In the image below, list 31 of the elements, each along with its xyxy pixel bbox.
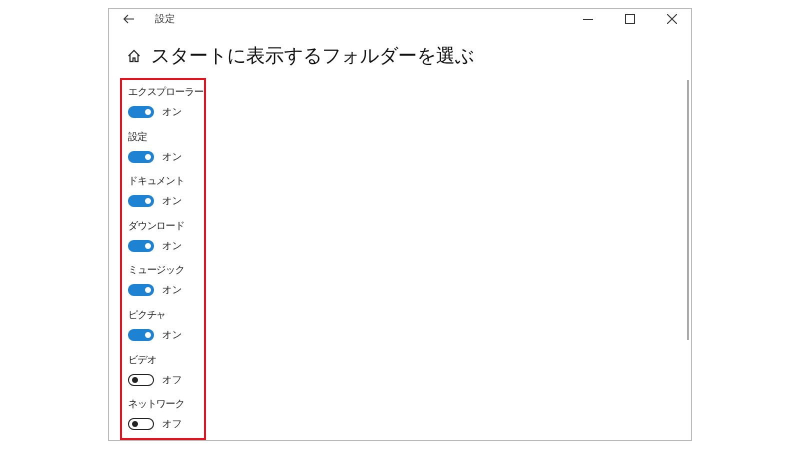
toggle-switch[interactable]: [128, 374, 154, 386]
toggle-state: オン: [162, 284, 182, 298]
folder-label: ネットワーク: [128, 398, 184, 412]
toggle-switch[interactable]: [128, 195, 154, 208]
folder-label: ピクチャ: [128, 308, 166, 323]
toggle-switch[interactable]: [128, 240, 154, 252]
page-title: スタートに表示するフォルダーを選ぶ: [151, 44, 474, 69]
close-icon[interactable]: [667, 14, 677, 24]
toggle-state: オフ: [162, 418, 182, 432]
toggle-state: オン: [162, 106, 182, 119]
toggle-switch[interactable]: [128, 418, 154, 430]
maximize-icon[interactable]: [625, 14, 635, 24]
toggle-state: オン: [162, 195, 182, 208]
scrollbar[interactable]: [687, 80, 689, 340]
toggle-state: オフ: [162, 374, 182, 387]
folder-label: エクスプローラー: [128, 86, 204, 100]
toggle-switch[interactable]: [128, 328, 154, 341]
folder-label: ビデオ: [128, 354, 156, 368]
toggle-state: オン: [162, 150, 182, 164]
folder-label: ドキュメント: [128, 175, 184, 190]
folder-label: ダウンロード: [128, 220, 184, 234]
folder-label: ミュージック: [128, 264, 184, 278]
toggle-state: オン: [162, 240, 182, 253]
home-icon[interactable]: [127, 48, 141, 63]
toggle-switch[interactable]: [128, 284, 154, 296]
folder-label: 設定: [128, 130, 147, 145]
toggle-state: オン: [162, 328, 182, 342]
toggle-switch[interactable]: [128, 106, 154, 118]
window-title: 設定: [155, 12, 175, 26]
toggle-switch[interactable]: [128, 150, 154, 163]
back-arrow-icon[interactable]: [123, 14, 135, 24]
